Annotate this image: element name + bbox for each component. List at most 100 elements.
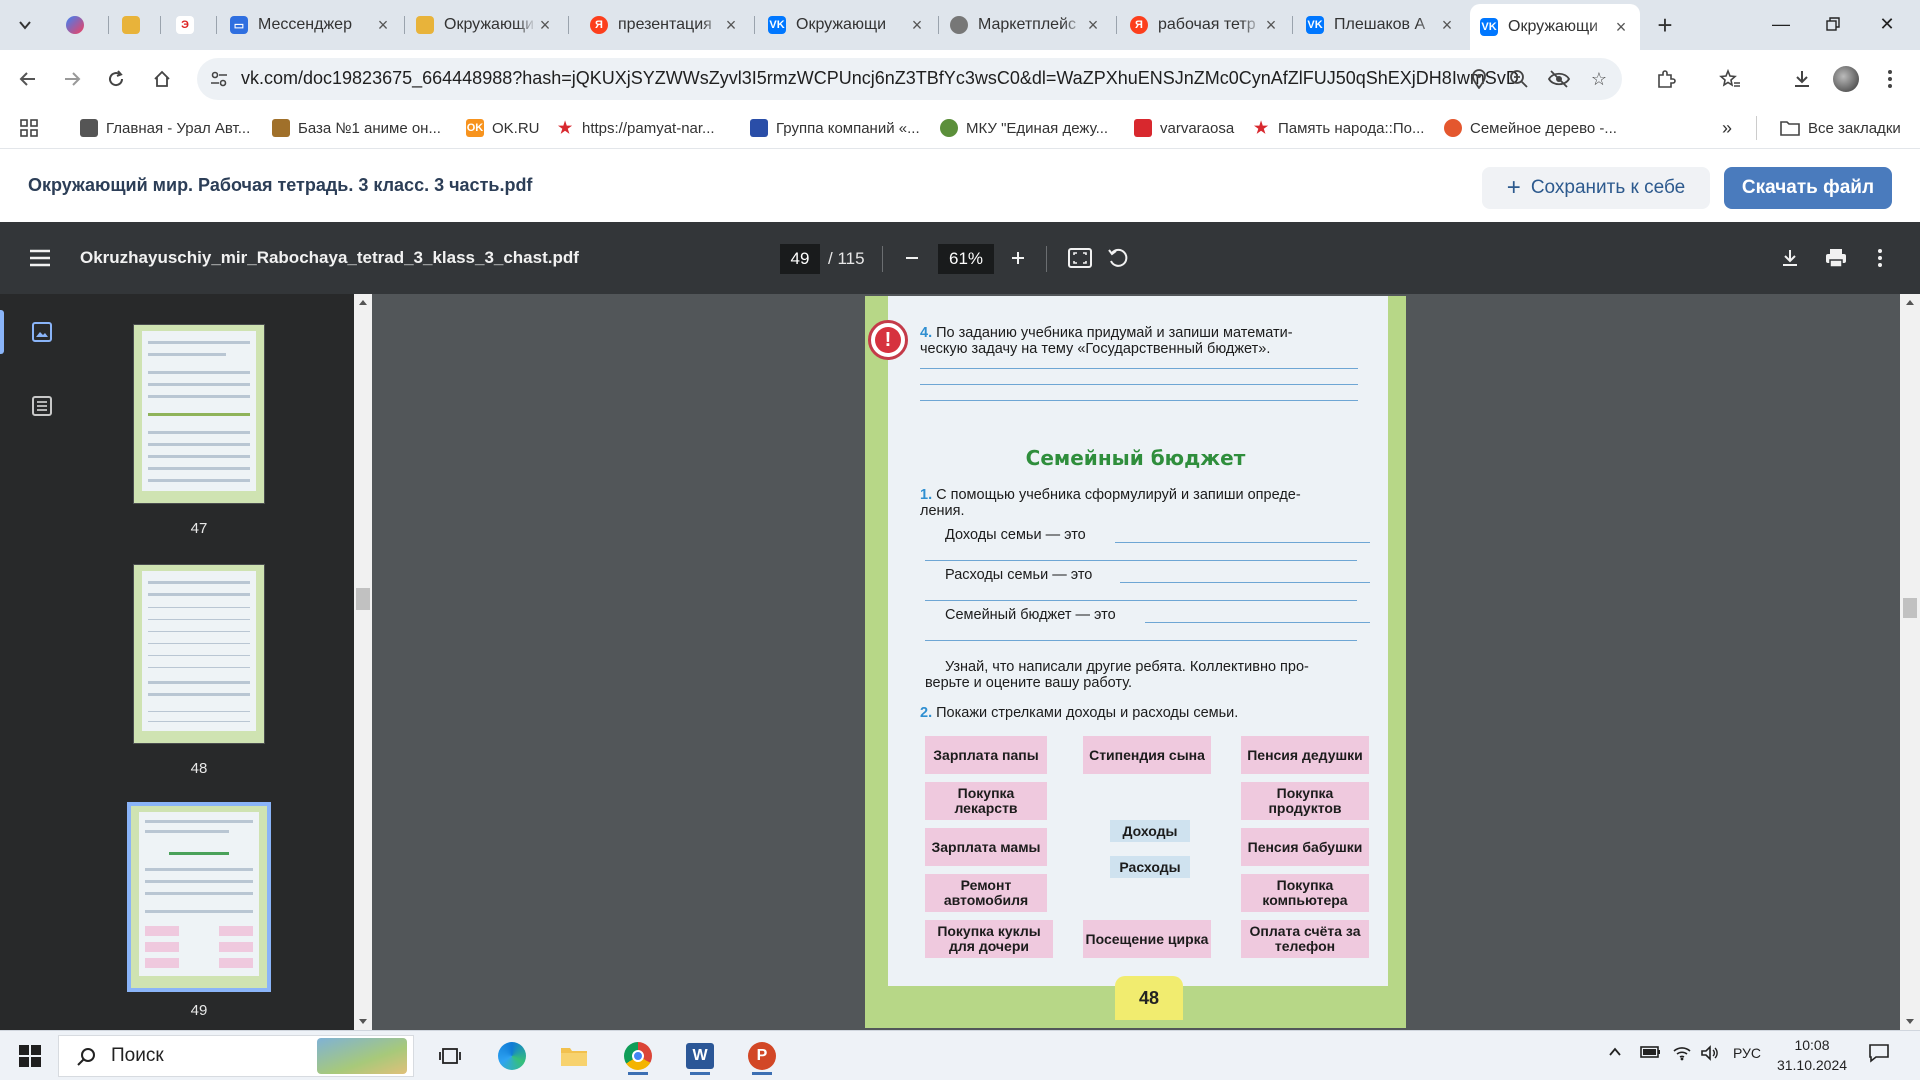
windows-logo-icon xyxy=(19,1045,41,1067)
tab-pleshakov[interactable]: VK Плешаков А × xyxy=(1296,6,1466,44)
zoom-out-button[interactable] xyxy=(896,242,928,274)
definition-label: Семейный бюджет — это xyxy=(945,607,1116,623)
bookmark-item[interactable]: ★ Память народа::По... xyxy=(1252,116,1425,140)
close-icon[interactable]: × xyxy=(1262,15,1280,36)
system-clock[interactable]: 10:08 31.10.2024 xyxy=(1772,1035,1852,1075)
clock-time: 10:08 xyxy=(1794,1037,1830,1053)
fit-page-button[interactable] xyxy=(1066,244,1094,272)
tab-okruzh-1[interactable]: Окружающи × xyxy=(406,6,564,44)
outline-tab[interactable] xyxy=(28,392,56,420)
page-thumbnail-49[interactable] xyxy=(127,802,271,992)
pdf-viewer[interactable]: ! 4. По заданию учебника придумай и запи… xyxy=(372,294,1900,1030)
bookmark-item[interactable]: ★ https://pamyat-nar... xyxy=(556,116,715,140)
show-hidden-icons-button[interactable] xyxy=(1608,1045,1622,1062)
close-icon[interactable]: × xyxy=(1612,17,1630,38)
close-icon[interactable]: × xyxy=(722,15,740,36)
close-icon[interactable]: × xyxy=(374,15,392,36)
bookmark-item[interactable]: МКУ "Единая дежу... xyxy=(940,116,1108,140)
language-indicator[interactable]: РУС xyxy=(1733,1045,1761,1061)
reload-button[interactable] xyxy=(100,63,132,95)
zoom-in-button[interactable] xyxy=(1002,242,1034,274)
volume-icon[interactable] xyxy=(1700,1045,1720,1064)
tab-okruzh-2[interactable]: VK Окружающи × xyxy=(758,6,936,44)
bookmark-label: https://pamyat-nar... xyxy=(582,119,715,137)
home-button[interactable] xyxy=(146,63,178,95)
bookmark-item[interactable]: OK OK.RU xyxy=(466,116,540,140)
close-icon[interactable]: × xyxy=(536,15,554,36)
explorer-button[interactable] xyxy=(554,1037,594,1075)
eye-off-icon[interactable] xyxy=(1547,67,1571,91)
chevron-down-icon xyxy=(19,21,31,30)
viewer-scrollbar[interactable] xyxy=(1900,294,1920,1030)
close-icon[interactable]: × xyxy=(908,15,926,36)
ok-icon: OK xyxy=(466,119,484,137)
bookmark-item[interactable]: Главная - Урал Авт... xyxy=(80,116,250,140)
pdf-download-button[interactable] xyxy=(1776,244,1804,272)
page-thumbnail-48[interactable] xyxy=(133,564,265,744)
minimize-button[interactable]: — xyxy=(1758,8,1804,40)
location-icon[interactable] xyxy=(1467,67,1491,91)
menu-icon[interactable] xyxy=(26,244,54,272)
tab-search-button[interactable] xyxy=(8,10,42,40)
tab-vk-colorful[interactable] xyxy=(56,6,96,44)
battery-icon[interactable] xyxy=(1640,1045,1662,1062)
extensions-button[interactable] xyxy=(1650,63,1682,95)
sidebar-scrollbar[interactable] xyxy=(354,294,372,1030)
bookmark-item[interactable]: Семейное дерево -... xyxy=(1444,116,1617,140)
printer-icon xyxy=(1826,249,1846,268)
apps-button[interactable] xyxy=(20,116,38,140)
wifi-icon[interactable] xyxy=(1672,1045,1692,1064)
tab-em[interactable]: Э xyxy=(166,6,206,44)
more-bookmarks-button[interactable]: » xyxy=(1722,116,1732,140)
bookmark-star-icon[interactable]: ☆ xyxy=(1587,67,1611,91)
rotate-button[interactable] xyxy=(1104,244,1132,272)
bookmark-item[interactable]: varvaraosa xyxy=(1134,116,1234,140)
profile-button[interactable] xyxy=(1830,63,1862,95)
tab-grid-app[interactable] xyxy=(112,6,152,44)
tab-okruzh-active[interactable]: VK Окружающи × xyxy=(1470,4,1640,50)
reading-list-button[interactable] xyxy=(1714,63,1746,95)
bookmark-item[interactable]: База №1 аниме он... xyxy=(272,116,441,140)
powerpoint-button[interactable]: P xyxy=(742,1037,782,1075)
address-bar[interactable]: vk.com/doc19823675_664448988?hash=jQKUXj… xyxy=(197,58,1622,100)
word-button[interactable]: W xyxy=(680,1037,720,1075)
downloads-button[interactable] xyxy=(1786,63,1818,95)
income-box: Доходы xyxy=(1110,820,1190,842)
more-options-button[interactable] xyxy=(1866,244,1894,272)
zoom-icon[interactable] xyxy=(1507,67,1531,91)
all-bookmarks-button[interactable]: Все закладки xyxy=(1780,116,1901,140)
zoom-level-input[interactable]: 61% xyxy=(938,244,994,274)
tab-workbook[interactable]: Я рабочая тетр × xyxy=(1120,6,1290,44)
item-box: Посещение цирка xyxy=(1083,920,1211,958)
sidebar-rail xyxy=(0,294,84,1030)
fit-to-page-icon xyxy=(1068,248,1092,268)
new-tab-button[interactable]: + xyxy=(1650,10,1680,40)
task-view-button[interactable] xyxy=(430,1037,470,1075)
notifications-button[interactable] xyxy=(1868,1043,1890,1066)
print-button[interactable] xyxy=(1822,244,1850,272)
download-file-button[interactable]: Скачать файл xyxy=(1724,167,1892,209)
tab-marketplace[interactable]: Маркетплейс × xyxy=(940,6,1112,44)
taskbar-search[interactable]: Поиск xyxy=(58,1035,414,1077)
maximize-button[interactable] xyxy=(1810,8,1856,40)
page-number-input[interactable]: 49 xyxy=(780,244,820,274)
bookmark-item[interactable]: Группа компаний «... xyxy=(750,116,920,140)
close-window-button[interactable]: ✕ xyxy=(1864,8,1910,40)
close-icon[interactable]: × xyxy=(1084,15,1102,36)
chrome-button[interactable] xyxy=(618,1037,658,1075)
scroll-thumb[interactable] xyxy=(1903,598,1917,618)
start-button[interactable] xyxy=(10,1039,50,1073)
save-to-my-docs-button[interactable]: + Сохранить к себе xyxy=(1482,167,1710,209)
thumbnails-tab[interactable] xyxy=(28,318,56,346)
tab-presentation[interactable]: Я презентация × xyxy=(580,6,750,44)
page-thumbnail-47[interactable] xyxy=(133,324,265,504)
arrow-right-icon xyxy=(65,72,81,86)
back-button[interactable] xyxy=(12,63,44,95)
edge-button[interactable] xyxy=(492,1037,532,1075)
forward-button[interactable] xyxy=(56,63,88,95)
close-icon[interactable]: × xyxy=(1438,15,1456,36)
download-label: Скачать файл xyxy=(1741,177,1875,198)
site-info-icon[interactable] xyxy=(209,69,229,89)
browser-menu-button[interactable] xyxy=(1874,63,1906,95)
tab-messenger[interactable]: ▭ Мессенджер × xyxy=(220,6,402,44)
